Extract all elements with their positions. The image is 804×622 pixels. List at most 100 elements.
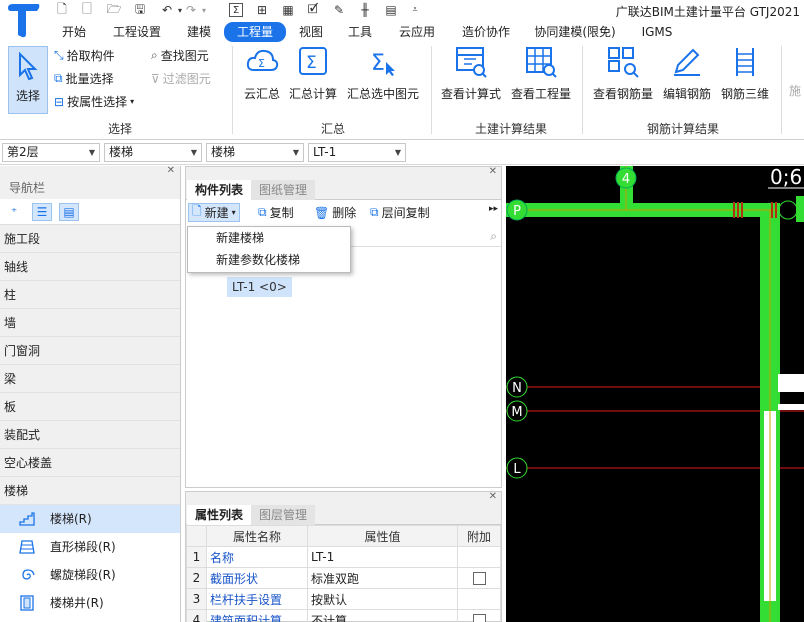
menu-item-new-param-stair[interactable]: 新建参数化楼梯	[188, 249, 350, 271]
nav-category-door-window[interactable]: 门窗洞	[0, 337, 180, 365]
cursor-icon	[19, 51, 38, 81]
sum-selected-icon: Σ	[371, 51, 395, 76]
nav-item-label: 楼梯(R)	[50, 512, 92, 526]
close-icon[interactable]: ✕	[489, 492, 497, 502]
undo-icon[interactable]: ↶	[160, 3, 174, 17]
nav-category-beam[interactable]: 梁	[0, 365, 180, 393]
nav-category-construction-section[interactable]: 施工段	[0, 225, 180, 253]
attr-value[interactable]: 按默认	[307, 588, 458, 610]
floor-copy-button[interactable]: ⧉ 层间复制	[370, 204, 430, 221]
tab-layer-management[interactable]: 图层管理	[251, 505, 316, 525]
type-select[interactable]: 楼梯 ▼	[206, 143, 304, 162]
check-doc-icon[interactable]: 🗹	[306, 2, 320, 17]
nav-category-hollow-floor[interactable]: 空心楼盖	[0, 449, 180, 477]
tab-start[interactable]: 开始	[54, 22, 94, 42]
filter-element-button[interactable]: ⊽ 过滤图元	[151, 70, 211, 87]
new-component-button[interactable]: 🗋 新建 ▾	[188, 203, 240, 222]
nav-category-prefab[interactable]: 装配式	[0, 421, 180, 449]
table-row[interactable]: 3 栏杆扶手设置 按默认	[186, 588, 501, 610]
tab-cloud[interactable]: 云应用	[391, 22, 443, 42]
attr-select-button[interactable]: ⊟ 按属性选择 ▾	[54, 93, 134, 110]
extra-checkbox[interactable]	[472, 614, 486, 622]
save-icon[interactable]: 🖫	[133, 2, 147, 17]
grid-icon[interactable]: ▦	[281, 3, 295, 17]
tab-collab-modeling[interactable]: 协同建模(限免)	[529, 22, 621, 42]
close-icon[interactable]: ✕	[489, 167, 497, 177]
view-quantity-button[interactable]: 查看工程量	[508, 46, 574, 102]
copy-label: 复制	[269, 206, 294, 220]
tab-view[interactable]: 视图	[292, 22, 330, 42]
extra-checkbox[interactable]	[472, 572, 486, 585]
table-row[interactable]: 2 截面形状 标准双跑	[186, 567, 501, 589]
pick-component-button[interactable]: ⤡ 拾取构件	[54, 47, 115, 64]
blank-file-icon[interactable]: 🗌	[80, 2, 94, 17]
redo-icon[interactable]: ↷	[184, 3, 198, 17]
component-tree-item[interactable]: LT-1 <0>	[227, 277, 292, 297]
nav-item-stairwell[interactable]: 楼梯井(R)	[0, 589, 180, 617]
ladder-icon[interactable]: ╫	[358, 3, 372, 17]
summary-calc-button[interactable]: Σ 汇总计算	[288, 46, 338, 102]
redo-dropdown-icon[interactable]: ▾	[197, 3, 211, 17]
floor-select[interactable]: 第2层 ▼	[2, 143, 100, 162]
ribbon-overflow-button[interactable]: 施	[786, 82, 804, 99]
civil-group-label: 土建计算结果	[474, 122, 547, 136]
new-file-icon[interactable]: 🗋	[55, 2, 69, 17]
more-tools-icon[interactable]: ▸▸	[489, 204, 498, 214]
edit-rebar-button[interactable]: 编辑钢筋	[660, 46, 714, 102]
header-extra: 附加	[457, 525, 501, 547]
view-rebar-button[interactable]: 查看钢筋量	[590, 46, 656, 102]
component-select[interactable]: LT-1 ▼	[308, 143, 406, 162]
table-row[interactable]: 1 名称 LT-1	[186, 546, 501, 568]
nav-category-column[interactable]: 柱	[0, 281, 180, 309]
nav-category-stair[interactable]: 楼梯	[0, 477, 180, 505]
batch-select-button[interactable]: ⧉ 批量选择	[54, 70, 114, 87]
svg-text:M: M	[511, 405, 522, 420]
delete-button[interactable]: 🗑 删除	[314, 204, 356, 221]
customize-icon[interactable]: ⩡	[408, 3, 422, 17]
attr-value[interactable]: LT-1	[307, 546, 458, 568]
detail-view-icon[interactable]: ▤	[59, 203, 79, 221]
floor-copy-icon: ⧉	[370, 205, 379, 219]
nav-item-straight-flight[interactable]: 直形梯段(R)	[0, 533, 180, 561]
edit-icon[interactable]: ✎	[332, 3, 346, 17]
tab-project-settings[interactable]: 工程设置	[108, 22, 166, 42]
copy-button[interactable]: ⧉ 复制	[258, 204, 294, 221]
tab-property-list[interactable]: 属性列表	[187, 505, 252, 525]
nav-category-axis[interactable]: 轴线	[0, 253, 180, 281]
tab-drawing-management[interactable]: 图纸管理	[251, 180, 316, 200]
attr-value[interactable]: 标准双跑	[307, 567, 458, 589]
view-formula-button[interactable]: 查看计算式	[438, 46, 504, 102]
component-search-input[interactable]: ⌕	[351, 229, 501, 247]
menu-item-new-stair[interactable]: 新建楼梯	[188, 227, 350, 249]
document-icon[interactable]: ▤	[384, 3, 398, 17]
pin-icon[interactable]: ⁺	[4, 203, 24, 221]
nav-category-slab[interactable]: 板	[0, 393, 180, 421]
nav-toolbar: ⁺ ☰ ▤	[0, 199, 180, 225]
open-folder-icon[interactable]: 🗁	[107, 2, 122, 17]
tab-tools[interactable]: 工具	[341, 22, 379, 42]
tab-component-list[interactable]: 构件列表	[187, 180, 252, 200]
tab-quantity[interactable]: 工程量	[224, 22, 286, 42]
summary-selected-button[interactable]: Σ 汇总选中图元	[344, 46, 422, 102]
summary-group-label: 汇总	[320, 122, 345, 136]
cad-drawing[interactable]: 0;6 4 P N M L	[506, 166, 804, 622]
drawing-canvas[interactable]: 0;6 4 P N M L	[506, 166, 804, 622]
tab-cost-collab[interactable]: 造价协作	[454, 22, 518, 42]
nav-category-wall[interactable]: 墙	[0, 309, 180, 337]
new-icon: 🗋	[192, 204, 202, 218]
nav-item-spiral-flight[interactable]: 螺旋梯段(R)	[0, 561, 180, 589]
nav-item-stair[interactable]: 楼梯(R)	[0, 505, 180, 533]
category-select[interactable]: 楼梯 ▼	[104, 143, 202, 162]
select-button[interactable]: 选择	[8, 46, 48, 114]
table-icon[interactable]: ⊞	[255, 3, 269, 17]
cloud-summary-button[interactable]: Σ 云汇总	[238, 46, 286, 102]
tab-modeling[interactable]: 建模	[180, 22, 218, 42]
attr-value[interactable]: 不计算	[307, 609, 458, 622]
close-icon[interactable]: ✕	[167, 166, 175, 176]
list-view-icon[interactable]: ☰	[32, 203, 52, 221]
table-row[interactable]: 4 建筑面积计算 不计算	[186, 609, 501, 622]
rebar-3d-button[interactable]: 钢筋三维	[718, 46, 772, 102]
tab-igms[interactable]: IGMS	[634, 22, 680, 42]
sum-icon[interactable]: Σ	[229, 3, 243, 17]
find-element-button[interactable]: ⌕ 查找图元	[151, 47, 209, 64]
